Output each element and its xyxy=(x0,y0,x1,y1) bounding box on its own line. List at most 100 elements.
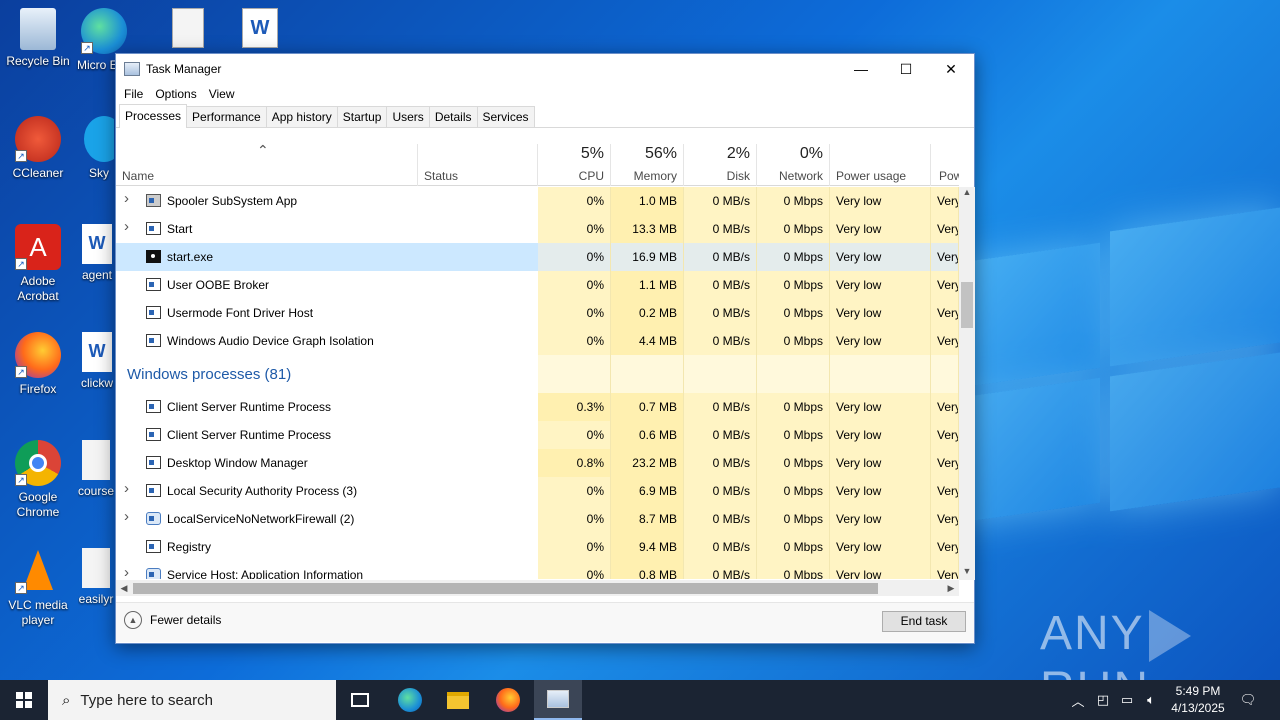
title-bar[interactable]: Task Manager — ☐ ✕ xyxy=(116,54,974,84)
taskbar-clock[interactable]: 5:49 PM 4/13/2025 xyxy=(1160,683,1236,717)
process-trend-cell: Very xyxy=(931,327,959,355)
desktop-icon-image-file[interactable] xyxy=(160,8,216,52)
desktop-icon-vlc[interactable]: ↗ VLC media player xyxy=(0,548,76,628)
expand-chevron-icon[interactable]: › xyxy=(124,564,129,579)
column-header-power-trend[interactable]: Power xyxy=(931,144,959,186)
column-header-cpu[interactable]: 5% CPU xyxy=(538,144,611,186)
desktop-icon-recycle-bin[interactable]: Recycle Bin xyxy=(0,8,76,69)
process-power-cell: Very low xyxy=(830,299,931,327)
app-window-icon xyxy=(146,334,161,347)
process-name-cell: Windows Audio Device Graph Isolation xyxy=(116,327,538,355)
process-name: start.exe xyxy=(167,250,214,264)
menu-view[interactable]: View xyxy=(203,87,241,101)
tray-volume-icon[interactable]: 🔈︎ xyxy=(1140,680,1162,720)
desktop-icon-clickw[interactable]: W clickw xyxy=(80,332,114,391)
firefox-icon: ↗ xyxy=(15,332,61,378)
desktop-icon-easilyr[interactable]: easilyr xyxy=(78,548,114,607)
vertical-scrollbar[interactable]: ▲ ▼ xyxy=(959,187,975,580)
process-name-cell: Client Server Runtime Process xyxy=(116,393,538,421)
fewer-details-button[interactable]: ▲ Fewer details xyxy=(124,611,221,629)
tray-meet-icon[interactable]: ◰ xyxy=(1092,680,1114,720)
maximize-button[interactable]: ☐ xyxy=(883,54,929,84)
menu-options[interactable]: Options xyxy=(149,87,202,101)
horizontal-scroll-thumb[interactable] xyxy=(133,583,878,594)
close-button[interactable]: ✕ xyxy=(928,54,974,84)
notification-icon[interactable]: 🗨︎ xyxy=(1234,680,1262,720)
tray-network-icon[interactable]: ▭ xyxy=(1116,680,1138,720)
vertical-scroll-thumb[interactable] xyxy=(961,282,973,328)
process-row[interactable]: Registry 0% 9.4 MB 0 MB/s 0 Mbps Very low Very xyxy=(116,533,959,561)
end-task-button[interactable]: End task xyxy=(882,611,966,632)
scroll-up-icon[interactable]: ▲ xyxy=(959,187,975,201)
desktop-icon-agent[interactable]: W agent xyxy=(80,224,114,283)
tray-chevron-up-icon[interactable]: ︿ xyxy=(1068,680,1088,720)
process-row[interactable]: User OOBE Broker 0% 1.1 MB 0 MB/s 0 Mbps Very… xyxy=(116,271,959,299)
taskbar-file-explorer[interactable] xyxy=(434,680,482,720)
word-doc-icon: W xyxy=(82,224,112,264)
process-row[interactable]: Client Server Runtime Process 0% 0.6 MB 0 M… xyxy=(116,421,959,449)
process-cpu-cell: 0% xyxy=(538,327,611,355)
tab-services[interactable]: Services xyxy=(476,106,535,127)
process-row[interactable]: Client Server Runtime Process 0.3% 0.7 MB 0… xyxy=(116,393,959,421)
process-row[interactable]: › Start 0% 13.3 MB 0 MB/s 0 Mbps Very low Very xyxy=(116,215,959,243)
expand-chevron-icon[interactable]: › xyxy=(124,508,129,525)
desktop-icon-firefox[interactable]: ↗ Firefox xyxy=(0,332,76,397)
scroll-right-icon[interactable]: ▶ xyxy=(943,580,959,596)
taskbar-task-manager[interactable] xyxy=(534,680,582,720)
tab-startup[interactable]: Startup xyxy=(336,106,388,127)
horizontal-scrollbar[interactable]: ◀ ▶ xyxy=(116,580,959,596)
scroll-down-icon[interactable]: ▼ xyxy=(959,566,975,580)
tab-details[interactable]: Details xyxy=(428,106,478,127)
process-row[interactable]: Desktop Window Manager 0.8% 23.2 MB 0 MB/s 0… xyxy=(116,449,959,477)
scroll-left-icon[interactable]: ◀ xyxy=(116,580,132,596)
desktop-icon-course[interactable]: course xyxy=(78,440,114,499)
desktop-icon-skype[interactable]: Sky xyxy=(84,116,114,181)
taskbar-search[interactable]: ⌕ Type here to search xyxy=(48,680,336,720)
process-name: Client Server Runtime Process xyxy=(167,400,332,414)
process-mem-cell: 0.7 MB xyxy=(611,393,684,421)
process-cpu-cell: 0% xyxy=(538,187,611,215)
column-header-power-usage[interactable]: Power usage xyxy=(830,144,931,186)
column-header-status[interactable]: Status xyxy=(418,144,538,186)
process-row[interactable]: start.exe 0% 16.9 MB 0 MB/s 0 Mbps Very low Ve… xyxy=(116,243,959,271)
process-row[interactable]: Windows Audio Device Graph Isolation 0% 4.… xyxy=(116,327,959,355)
process-net-cell: 0 Mbps xyxy=(757,271,830,299)
group-header-windows-processes[interactable]: Windows processes (81) xyxy=(116,355,959,393)
group-metric-cell xyxy=(684,355,757,393)
tab-users[interactable]: Users xyxy=(386,106,430,127)
tab-bar: Processes Performance App history Startu… xyxy=(116,104,974,128)
tab-performance[interactable]: Performance xyxy=(186,106,267,127)
start-button[interactable] xyxy=(0,680,48,720)
process-mem-cell: 9.4 MB xyxy=(611,533,684,561)
process-row[interactable]: Usermode Font Driver Host 0% 0.2 MB 0 MB/s 0… xyxy=(116,299,959,327)
process-row[interactable]: › Spooler SubSystem App 0% 1.0 MB 0 MB/s 0 Mb… xyxy=(116,187,959,215)
process-row[interactable]: › LocalServiceNoNetworkFirewall (2) 0% 8.7 … xyxy=(116,505,959,533)
process-row[interactable]: › Local Security Authority Process (3) 0% 6… xyxy=(116,477,959,505)
desktop-icon-google-chrome[interactable]: ↗ Google Chrome xyxy=(0,440,76,520)
expand-chevron-icon[interactable]: › xyxy=(124,218,129,235)
console-app-icon xyxy=(146,250,161,263)
taskbar-firefox[interactable] xyxy=(484,680,532,720)
column-header-memory[interactable]: 56% Memory xyxy=(611,144,684,186)
minimize-button[interactable]: — xyxy=(838,54,884,84)
column-header-disk[interactable]: 2% Disk xyxy=(684,144,757,186)
group-title: Windows processes (81) xyxy=(127,366,292,383)
taskbar-edge[interactable] xyxy=(386,680,434,720)
expand-chevron-icon[interactable]: › xyxy=(124,190,129,207)
process-row[interactable]: › Service Host: Application Information 0%… xyxy=(116,561,959,579)
column-header-network[interactable]: 0% Network xyxy=(757,144,830,186)
menu-file[interactable]: File xyxy=(118,87,149,101)
task-view-button[interactable] xyxy=(336,680,384,720)
column-header-name[interactable]: ⌃ Name xyxy=(116,142,418,186)
process-mem-cell: 8.7 MB xyxy=(611,505,684,533)
tab-processes[interactable]: Processes xyxy=(119,104,188,128)
desktop-icon-adobe-acrobat[interactable]: A ↗ Adobe Acrobat xyxy=(0,224,76,304)
group-metric-cell xyxy=(757,355,830,393)
tab-app-history[interactable]: App history xyxy=(265,106,338,127)
desktop-icon-ccleaner[interactable]: ↗ CCleaner xyxy=(0,116,76,181)
fewer-details-label: Fewer details xyxy=(150,613,222,627)
process-name-cell: › LocalServiceNoNetworkFirewall (2) xyxy=(116,505,538,533)
expand-chevron-icon[interactable]: › xyxy=(124,480,129,497)
window-title: Task Manager xyxy=(146,62,222,76)
desktop-icon-word-doc[interactable]: W xyxy=(232,8,288,52)
